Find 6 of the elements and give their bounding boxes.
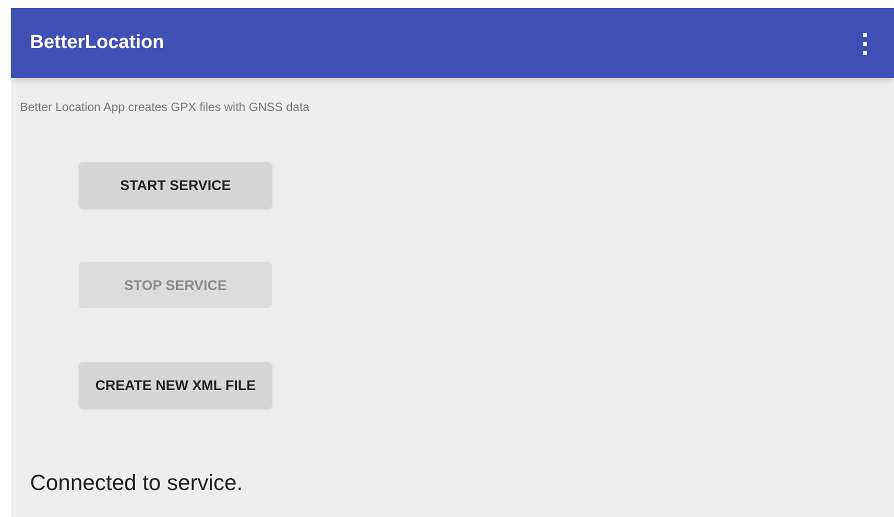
action-button[interactable]: START SERVICE (79, 162, 272, 208)
description-text: Better Location App creates GPX files with GNSS data (20, 99, 310, 116)
overflow-menu-button[interactable]: ⋮ (848, 30, 882, 56)
status-text: Connected to service. (30, 469, 244, 497)
action-button[interactable]: CREATE NEW XML FILE (79, 362, 272, 408)
app-title: BetterLocation (30, 30, 164, 55)
